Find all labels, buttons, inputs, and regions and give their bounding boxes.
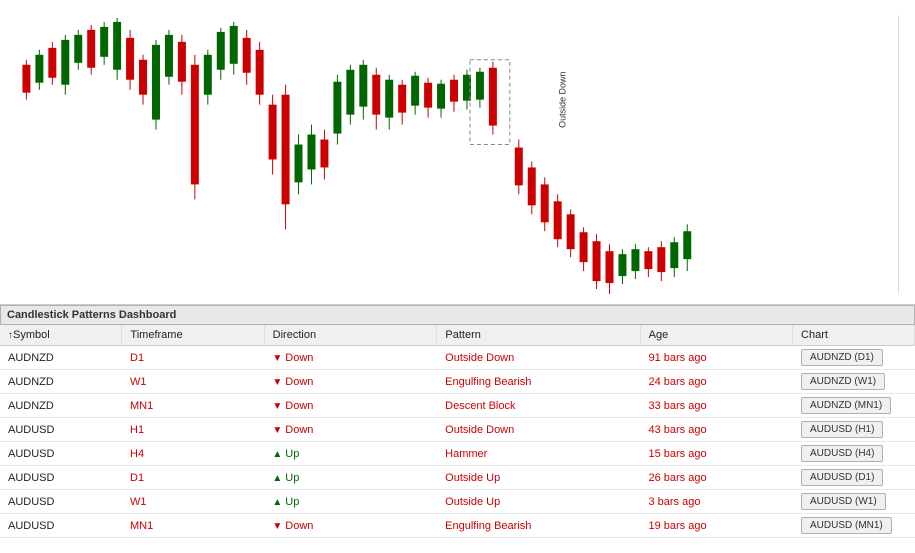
direction-label: Down <box>285 400 313 412</box>
cell-timeframe: W1 <box>122 370 264 394</box>
dashboard-header: Candlestick Patterns Dashboard <box>0 305 915 325</box>
cell-direction: ▼ Down <box>264 418 437 442</box>
cell-symbol: AUDNZD <box>0 346 122 370</box>
cell-symbol: AUDNZD <box>0 370 122 394</box>
table-body: AUDNZD D1 ▼ Down Outside Down 91 bars ag… <box>0 346 915 538</box>
cell-pattern: Outside Up <box>437 466 640 490</box>
chart-button[interactable]: AUDUSD (W1) <box>801 493 886 510</box>
dashboard-table-body: AUDNZD D1 ▼ Down Outside Down 91 bars ag… <box>0 346 915 538</box>
cell-direction: ▲ Up <box>264 442 437 466</box>
chart-area: EURUSD,Monthly 1.13766 1.14277 1.13707 1… <box>0 0 915 305</box>
table-row: AUDUSD H1 ▼ Down Outside Down 43 bars ag… <box>0 418 915 442</box>
cell-direction: ▲ Up <box>264 466 437 490</box>
direction-arrow-down: ▼ <box>272 425 282 436</box>
direction-arrow-up: ▲ <box>272 473 282 484</box>
cell-age: 3 bars ago <box>640 490 793 514</box>
table-row: AUDUSD MN1 ▼ Down Engulfing Bearish 19 b… <box>0 514 915 538</box>
chart-button[interactable]: AUDUSD (MN1) <box>801 517 892 534</box>
direction-label: Up <box>285 496 299 508</box>
direction-arrow-up: ▲ <box>272 497 282 508</box>
direction-label: Down <box>285 520 313 532</box>
col-chart-header: Chart <box>793 325 915 346</box>
direction-label: Up <box>285 472 299 484</box>
cell-direction: ▼ Down <box>264 370 437 394</box>
cell-chart[interactable]: AUDUSD (MN1) <box>793 514 915 538</box>
table-scroll-area[interactable]: AUDNZD D1 ▼ Down Outside Down 91 bars ag… <box>0 346 915 553</box>
cell-pattern: Outside Down <box>437 418 640 442</box>
direction-arrow-down: ▼ <box>272 521 282 532</box>
cell-direction: ▲ Up <box>264 490 437 514</box>
cell-age: 26 bars ago <box>640 466 793 490</box>
cell-pattern: Outside Up <box>437 490 640 514</box>
cell-pattern: Outside Down <box>437 346 640 370</box>
chart-button[interactable]: AUDNZD (D1) <box>801 349 883 366</box>
cell-timeframe: D1 <box>122 346 264 370</box>
cell-chart[interactable]: AUDNZD (W1) <box>793 370 915 394</box>
cell-timeframe: H1 <box>122 418 264 442</box>
candlestick-chart: Outside Down <box>0 0 915 304</box>
cell-pattern: Engulfing Bearish <box>437 370 640 394</box>
cell-age: 33 bars ago <box>640 394 793 418</box>
cell-symbol: AUDNZD <box>0 394 122 418</box>
cell-symbol: AUDUSD <box>0 418 122 442</box>
cell-chart[interactable]: AUDUSD (H1) <box>793 418 915 442</box>
direction-arrow-down: ▼ <box>272 401 282 412</box>
cell-timeframe: W1 <box>122 490 264 514</box>
cell-symbol: AUDUSD <box>0 490 122 514</box>
direction-label: Down <box>285 376 313 388</box>
direction-arrow-up: ▲ <box>272 449 282 460</box>
cell-chart[interactable]: AUDUSD (H4) <box>793 442 915 466</box>
col-timeframe-header: Timeframe <box>122 325 264 346</box>
cell-chart[interactable]: AUDNZD (D1) <box>793 346 915 370</box>
cell-direction: ▼ Down <box>264 346 437 370</box>
chart-button[interactable]: AUDNZD (W1) <box>801 373 885 390</box>
direction-arrow-down: ▼ <box>272 377 282 388</box>
cell-timeframe: MN1 <box>122 514 264 538</box>
chart-button[interactable]: AUDUSD (H4) <box>801 445 883 462</box>
svg-text:Outside Down: Outside Down <box>558 72 568 128</box>
cell-symbol: AUDUSD <box>0 514 122 538</box>
table-row: AUDUSD D1 ▲ Up Outside Up 26 bars ago AU… <box>0 466 915 490</box>
cell-direction: ▼ Down <box>264 394 437 418</box>
table-row: AUDUSD H4 ▲ Up Hammer 15 bars ago AUDUSD… <box>0 442 915 466</box>
cell-symbol: AUDUSD <box>0 466 122 490</box>
cell-age: 24 bars ago <box>640 370 793 394</box>
col-pattern-header: Pattern <box>437 325 640 346</box>
cell-timeframe: H4 <box>122 442 264 466</box>
direction-arrow-down: ▼ <box>272 353 282 364</box>
cell-timeframe: MN1 <box>122 394 264 418</box>
chart-button[interactable]: AUDUSD (H1) <box>801 421 883 438</box>
table-row: AUDUSD W1 ▲ Up Outside Up 3 bars ago AUD… <box>0 490 915 514</box>
cell-age: 43 bars ago <box>640 418 793 442</box>
cell-age: 19 bars ago <box>640 514 793 538</box>
cell-symbol: AUDUSD <box>0 442 122 466</box>
col-symbol-header: ↑Symbol <box>0 325 122 346</box>
table-header: ↑Symbol Timeframe Direction Pattern Age … <box>0 325 915 346</box>
cell-timeframe: D1 <box>122 466 264 490</box>
cell-pattern: Hammer <box>437 442 640 466</box>
direction-label: Down <box>285 424 313 436</box>
dashboard: Candlestick Patterns Dashboard ↑Symbol T… <box>0 305 915 545</box>
dashboard-title: Candlestick Patterns Dashboard <box>7 309 176 321</box>
dashboard-table: ↑Symbol Timeframe Direction Pattern Age … <box>0 325 915 346</box>
table-row: AUDNZD D1 ▼ Down Outside Down 91 bars ag… <box>0 346 915 370</box>
cell-pattern: Engulfing Bearish <box>437 514 640 538</box>
col-direction-header: Direction <box>264 325 437 346</box>
table-row: AUDNZD MN1 ▼ Down Descent Block 33 bars … <box>0 394 915 418</box>
cell-age: 91 bars ago <box>640 346 793 370</box>
chart-button[interactable]: AUDUSD (D1) <box>801 469 883 486</box>
cell-chart[interactable]: AUDUSD (W1) <box>793 490 915 514</box>
direction-label: Up <box>285 448 299 460</box>
cell-age: 15 bars ago <box>640 442 793 466</box>
cell-chart[interactable]: AUDUSD (D1) <box>793 466 915 490</box>
direction-label: Down <box>285 352 313 364</box>
col-age-header: Age <box>640 325 792 346</box>
cell-chart[interactable]: AUDNZD (MN1) <box>793 394 915 418</box>
cell-pattern: Descent Block <box>437 394 640 418</box>
chart-button[interactable]: AUDNZD (MN1) <box>801 397 891 414</box>
table-row: AUDNZD W1 ▼ Down Engulfing Bearish 24 ba… <box>0 370 915 394</box>
cell-direction: ▼ Down <box>264 514 437 538</box>
